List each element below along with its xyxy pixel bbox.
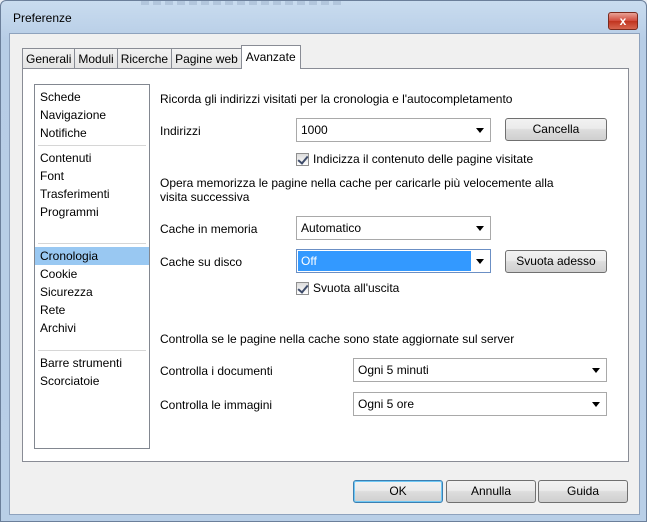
category-item-trasferimenti[interactable]: Trasferimenti [38,185,146,203]
window-title: Preferenze [13,11,72,25]
chevron-down-icon [592,402,600,407]
check-images-label: Controlla le immagini [160,398,273,412]
tab-avanzate[interactable]: Avanzate [240,45,301,69]
category-item-archivi[interactable]: Archivi [38,319,146,337]
category-item-barre-strumenti[interactable]: Barre strumenti [38,354,146,372]
history-heading: Ricorda gli indirizzi visitati per la cr… [160,92,513,106]
category-item-navigazione[interactable]: Navigazione [38,106,146,124]
tab-panel-avanzate: Schede Navigazione Notifiche Contenuti F… [22,68,629,462]
addresses-select[interactable]: 1000 [296,118,491,142]
memory-cache-label: Cache in memoria [160,222,258,236]
tab-ricerche[interactable]: Ricerche [116,48,173,69]
disk-cache-select[interactable]: Off [296,249,491,273]
category-item-cronologia[interactable]: Cronologia [35,247,149,265]
checkmark-icon[interactable] [296,281,309,295]
category-item-font[interactable]: Font [38,167,146,185]
category-item-scorciatoie[interactable]: Scorciatoie [38,372,146,390]
close-button[interactable]: x [608,12,638,30]
category-item-contenuti[interactable]: Contenuti [38,149,146,167]
chevron-down-icon [476,128,484,133]
category-item-notifiche[interactable]: Notifiche [38,124,146,142]
category-group: Contenuti Font Trasferimenti Programmi [38,146,146,244]
category-item-programmi[interactable]: Programmi [38,203,146,221]
disk-cache-value: Off [298,251,471,271]
memory-cache-value: Automatico [301,221,362,235]
cancel-button[interactable]: Annulla [446,480,536,503]
close-icon: x [619,14,627,28]
check-documents-value: Ogni 5 minuti [358,363,429,377]
tab-moduli[interactable]: Moduli [74,48,118,69]
category-list[interactable]: Schede Navigazione Notifiche Contenuti F… [34,84,150,449]
preferences-window: Preferenze x Generali Moduli Ricerche Pa… [0,0,647,522]
empty-on-exit-checkbox[interactable]: Svuota all'uscita [296,281,399,295]
index-content-label: Indicizza il contenuto delle pagine visi… [313,152,534,166]
category-item-rete[interactable]: Rete [38,301,146,319]
help-button[interactable]: Guida [538,480,628,503]
empty-cache-now-button[interactable]: Svuota adesso [505,250,607,273]
clear-history-button[interactable]: Cancella [505,118,607,141]
category-item-cookie[interactable]: Cookie [38,265,146,283]
chevron-down-icon [476,259,484,264]
tab-strip: Generali Moduli Ricerche Pagine web Avan… [22,45,301,69]
category-item-schede[interactable]: Schede [38,88,146,106]
tab-pagine-web[interactable]: Pagine web [171,48,242,69]
cache-heading: Opera memorizza le pagine nella cache pe… [160,176,554,204]
check-documents-label: Controlla i documenti [160,364,273,378]
check-images-select[interactable]: Ogni 5 ore [353,392,607,416]
addresses-label: Indirizzi [160,124,201,138]
category-group: Schede Navigazione Notifiche [38,85,146,146]
check-documents-select[interactable]: Ogni 5 minuti [353,358,607,382]
title-bar[interactable]: Preferenze x [1,1,646,31]
index-content-checkbox[interactable]: Indicizza il contenuto delle pagine visi… [296,152,533,166]
chevron-down-icon [592,368,600,373]
dialog-client: Generali Moduli Ricerche Pagine web Avan… [9,33,640,515]
tab-generali[interactable]: Generali [22,48,76,69]
disk-cache-label: Cache su disco [160,255,243,269]
check-heading: Controlla se le pagine nella cache sono … [160,332,515,346]
category-group: Barre strumenti Scorciatoie [38,351,146,396]
memory-cache-select[interactable]: Automatico [296,216,491,240]
chevron-down-icon [476,226,484,231]
ok-button[interactable]: OK [353,480,443,503]
check-images-value: Ogni 5 ore [358,397,415,411]
addresses-value: 1000 [301,123,328,137]
empty-on-exit-label: Svuota all'uscita [313,281,400,295]
category-group: Cronologia Cookie Sicurezza Rete Archivi [35,244,149,351]
checkmark-icon[interactable] [296,152,309,166]
category-item-sicurezza[interactable]: Sicurezza [38,283,146,301]
